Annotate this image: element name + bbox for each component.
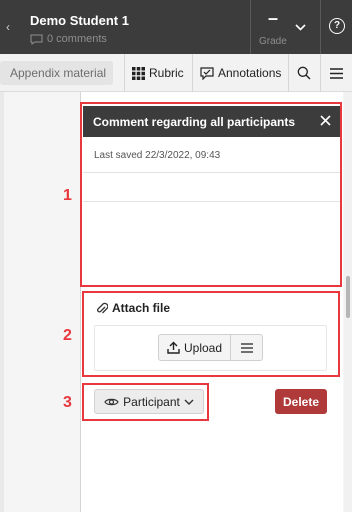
toolbar-divider — [320, 54, 321, 92]
upload-label: Upload — [183, 340, 223, 355]
grid-icon — [132, 66, 145, 80]
menu-icon[interactable] — [330, 61, 343, 85]
help-icon[interactable]: ? — [329, 18, 345, 34]
document-area — [0, 92, 4, 512]
chevron-down-icon — [184, 399, 194, 405]
comment-panel-header: Comment regarding all participants — [83, 106, 340, 137]
eye-icon — [104, 397, 119, 407]
close-icon[interactable] — [319, 114, 332, 127]
grade-value: – — [268, 8, 279, 28]
callout-number-2: 2 — [63, 327, 72, 344]
scrollbar-thumb[interactable] — [346, 276, 350, 318]
annotations-button[interactable]: Annotations — [200, 61, 281, 85]
chevron-down-icon[interactable] — [295, 24, 306, 31]
comment-panel-title: Comment regarding all participants — [93, 115, 296, 129]
callout-number-1: 1 — [63, 187, 72, 204]
annotations-label: Annotations — [218, 66, 282, 80]
upload-icon — [167, 341, 180, 354]
attach-file-heading: Attach file — [96, 301, 170, 315]
search-icon[interactable] — [297, 61, 311, 85]
toolbar-divider — [192, 54, 193, 92]
toolbar-divider — [288, 54, 289, 92]
toolbar: Appendix material Rubric Annotations — [0, 54, 352, 92]
header-divider — [320, 0, 321, 54]
callout-number-3: 3 — [63, 394, 72, 411]
chat-bubble-icon — [30, 34, 43, 45]
divider — [83, 201, 340, 202]
top-header: ‹ Demo Student 1 0 comments – Grade ? — [0, 0, 352, 54]
participant-visibility-dropdown[interactable]: Participant — [94, 389, 204, 414]
back-chevron-icon[interactable]: ‹ — [6, 20, 10, 34]
rubric-button[interactable]: Rubric — [132, 61, 184, 85]
attach-file-label: Attach file — [112, 301, 171, 315]
comments-link[interactable]: 0 comments — [30, 33, 107, 45]
participant-label: Participant — [123, 394, 180, 409]
paperclip-icon — [96, 302, 108, 315]
appendix-material-button[interactable]: Appendix material — [0, 61, 113, 85]
menu-icon — [240, 342, 253, 353]
header-divider — [250, 0, 251, 54]
upload-button-group: Upload — [158, 334, 263, 361]
rubric-label: Rubric — [149, 66, 184, 80]
student-name: Demo Student 1 — [30, 13, 129, 28]
grade-label: Grade — [259, 36, 287, 47]
upload-options-button[interactable] — [231, 335, 262, 360]
comment-textarea[interactable] — [83, 174, 340, 282]
divider — [83, 172, 340, 173]
annotation-icon — [200, 66, 214, 80]
comments-count: 0 comments — [47, 33, 107, 45]
delete-button[interactable]: Delete — [275, 389, 327, 414]
last-saved-text: Last saved 22/3/2022, 09:43 — [94, 150, 221, 161]
toolbar-divider — [124, 54, 125, 92]
upload-button[interactable]: Upload — [159, 335, 231, 360]
